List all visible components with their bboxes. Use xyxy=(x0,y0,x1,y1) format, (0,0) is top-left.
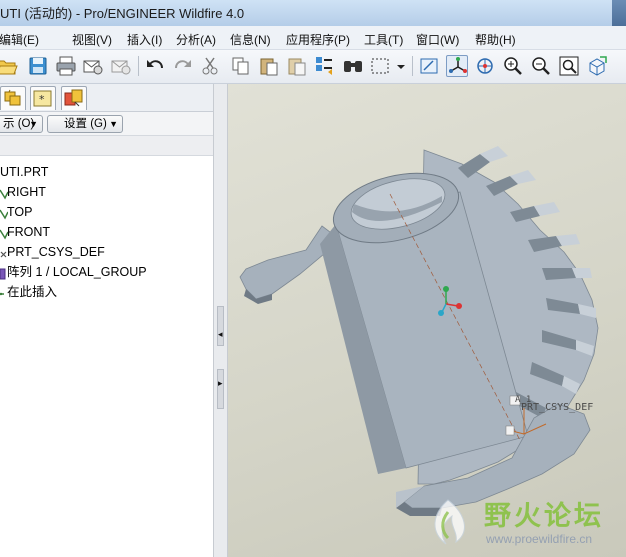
email-link-icon[interactable] xyxy=(110,55,132,77)
gear-shaft-model[interactable]: A_1 xyxy=(228,84,626,557)
model-tree-toolbar: 示 (O) ▼ 设置 (G) ▼ xyxy=(0,112,213,136)
copy-icon[interactable] xyxy=(230,55,252,77)
menu-window[interactable]: 窗口(W) xyxy=(416,31,459,48)
watermark: 野火论坛 www.proewildfire.cn xyxy=(412,488,626,557)
cut-icon[interactable] xyxy=(199,55,221,77)
menu-view[interactable]: 视图(V) xyxy=(72,31,112,48)
save-icon[interactable] xyxy=(27,55,49,77)
graphics-window[interactable]: A_1 PRT_CSYS_DEF xyxy=(228,84,626,557)
tree-item-right[interactable]: RIGHT xyxy=(0,182,213,202)
reorient-icon[interactable] xyxy=(586,55,608,77)
dropdown-icon[interactable] xyxy=(395,55,407,77)
collapse-arrow-icon[interactable]: ◂ xyxy=(218,329,223,340)
redo-icon[interactable] xyxy=(172,55,194,77)
window-controls-edge[interactable] xyxy=(612,0,626,26)
panel-splitter[interactable]: ◂ ▸ xyxy=(213,84,228,557)
watermark-url: www.proewildfire.cn xyxy=(486,532,593,546)
select-box-icon[interactable] xyxy=(369,55,391,77)
tree-item-csys[interactable]: PRT_CSYS_DEF xyxy=(0,242,213,262)
tree-item-label: 阵列 1 / LOCAL_GROUP xyxy=(7,265,147,279)
menu-analysis[interactable]: 分析(A) xyxy=(176,31,216,48)
menu-applications[interactable]: 应用程序(P) xyxy=(286,31,350,48)
zoom-in-icon[interactable] xyxy=(502,55,524,77)
refit-icon[interactable] xyxy=(558,55,580,77)
tree-item-front[interactable]: FRONT xyxy=(0,222,213,242)
splitter-grip[interactable] xyxy=(217,369,224,409)
model-tree-header xyxy=(0,136,213,156)
zoom-out-icon[interactable] xyxy=(530,55,552,77)
menu-bar: 编辑(E) 视图(V) 插入(I) 分析(A) 信息(N) 应用程序(P) 工具… xyxy=(0,26,626,50)
svg-text:*: * xyxy=(39,93,45,106)
open-icon[interactable] xyxy=(0,55,18,77)
orient-mode-icon[interactable] xyxy=(474,55,496,77)
main-toolbar xyxy=(0,50,626,84)
repaint-icon[interactable] xyxy=(418,55,440,77)
menu-help[interactable]: 帮助(H) xyxy=(475,31,516,48)
watermark-text: 野火论坛 xyxy=(484,501,604,532)
tab-model-tree[interactable] xyxy=(0,86,26,110)
print-icon[interactable] xyxy=(55,55,77,77)
regenerate-icon[interactable] xyxy=(314,55,336,77)
toolbar-separator xyxy=(412,56,413,76)
flame-logo-icon xyxy=(434,499,465,545)
menu-insert[interactable]: 插入(I) xyxy=(127,31,162,48)
tree-item-label: FRONT xyxy=(7,225,51,239)
email-icon[interactable] xyxy=(82,55,104,77)
menu-edit[interactable]: 编辑(E) xyxy=(0,31,39,48)
model-tree-panel: * 示 (O) ▼ 设置 (G) ▼ UTI.PRT RIGHT TOP FRO… xyxy=(0,84,213,557)
toolbar-separator xyxy=(138,56,139,76)
tab-folder-browser[interactable]: * xyxy=(30,86,56,110)
expand-arrow-icon[interactable]: ▸ xyxy=(218,378,223,389)
tree-item-label: RIGHT xyxy=(7,185,46,199)
settings-dropdown[interactable]: 设置 (G) ▼ xyxy=(47,115,123,133)
csys-label: PRT_CSYS_DEF xyxy=(521,402,594,413)
tree-item-pattern[interactable]: 阵列 1 / LOCAL_GROUP xyxy=(0,262,213,282)
find-icon[interactable] xyxy=(342,55,364,77)
chevron-down-icon: ▼ xyxy=(29,119,38,129)
paste-special-icon[interactable] xyxy=(286,55,308,77)
upper-flange xyxy=(239,225,331,300)
window-title: UTI (活动的) - Pro/ENGINEER Wildfire 4.0 xyxy=(0,6,245,21)
title-bar: UTI (活动的) - Pro/ENGINEER Wildfire 4.0 xyxy=(0,0,626,26)
spin-center-icon[interactable] xyxy=(446,55,468,77)
menu-info[interactable]: 信息(N) xyxy=(230,31,271,48)
tab-favorites[interactable] xyxy=(61,86,87,110)
undo-icon[interactable] xyxy=(144,55,166,77)
tree-item-label: TOP xyxy=(7,205,33,219)
menu-tools[interactable]: 工具(T) xyxy=(364,31,403,48)
chevron-down-icon: ▼ xyxy=(109,119,118,129)
settings-dropdown-label: 设置 (G) xyxy=(64,118,107,130)
show-dropdown[interactable]: 示 (O) ▼ xyxy=(0,115,43,133)
tree-item-top[interactable]: TOP xyxy=(0,202,213,222)
splitter-grip[interactable] xyxy=(217,306,224,346)
navigator-tabs: * xyxy=(0,84,213,112)
tree-item-label: UTI.PRT xyxy=(0,165,49,179)
tree-item-label: PRT_CSYS_DEF xyxy=(7,245,105,259)
paste-icon[interactable] xyxy=(258,55,280,77)
tree-item-part[interactable]: UTI.PRT xyxy=(0,162,213,182)
tree-item-label: 在此插入 xyxy=(7,285,58,299)
tree-item-insert-here[interactable]: 在此插入 xyxy=(0,282,213,302)
